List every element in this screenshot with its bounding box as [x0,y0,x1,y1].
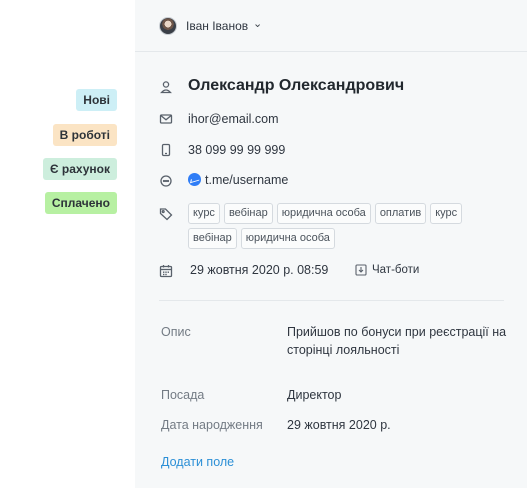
tag-icon [159,207,173,221]
email-field[interactable]: ihor@email.com [188,112,279,126]
contact-panel: Іван Іванов ⌄ Олександр Олександрович ih… [135,0,527,488]
birthday-label: Дата народження [161,418,263,432]
birthday-value[interactable]: 29 жовтня 2020 р. [287,416,517,434]
tag[interactable]: вебінар [188,228,237,249]
tag[interactable]: вебінар [223,203,273,224]
envelope-icon [159,112,173,126]
created-date: 29 жовтня 2020 р. 08:59 [190,263,329,277]
status-list: Нові В роботі Є рахунок Сплачено [0,0,135,488]
messenger-icon [188,173,201,186]
tag[interactable]: курс [188,203,220,224]
tag[interactable]: юридична особа [240,228,335,249]
position-value[interactable]: Директор [287,386,517,404]
calendar-icon [159,264,173,278]
source-label: Чат-боти [372,264,420,276]
avatar[interactable] [159,17,177,35]
status-invoiced[interactable]: Є рахунок [43,158,117,180]
user-name[interactable]: Іван Іванов [186,19,248,33]
divider [159,300,504,301]
status-new[interactable]: Нові [76,89,117,111]
tag-list: курс вебінар юридична особа оплатив курс… [188,203,508,249]
phone-field[interactable]: 38 099 99 99 999 [188,143,285,157]
tag[interactable]: юридична особа [276,203,371,224]
panel-header: Іван Іванов ⌄ [135,0,527,52]
status-in-progress[interactable]: В роботі [52,124,117,146]
messenger-field[interactable]: t.me/username [188,173,288,187]
add-field-link[interactable]: Додати поле [161,455,234,469]
description-value[interactable]: Прийшов по бонуси при реєстрації на стор… [287,323,517,359]
phone-icon [159,143,173,157]
tag[interactable]: оплатив [374,203,427,224]
person-icon [159,80,173,94]
chat-icon [159,174,173,188]
description-label: Опис [161,325,191,339]
messenger-link[interactable]: t.me/username [205,173,288,187]
download-icon [355,264,367,276]
chevron-down-icon[interactable]: ⌄ [253,17,262,30]
status-paid[interactable]: Сплачено [44,192,117,214]
contact-name[interactable]: Олександр Олександрович [188,77,404,95]
position-label: Посада [161,388,205,402]
tag[interactable]: курс [430,203,463,224]
